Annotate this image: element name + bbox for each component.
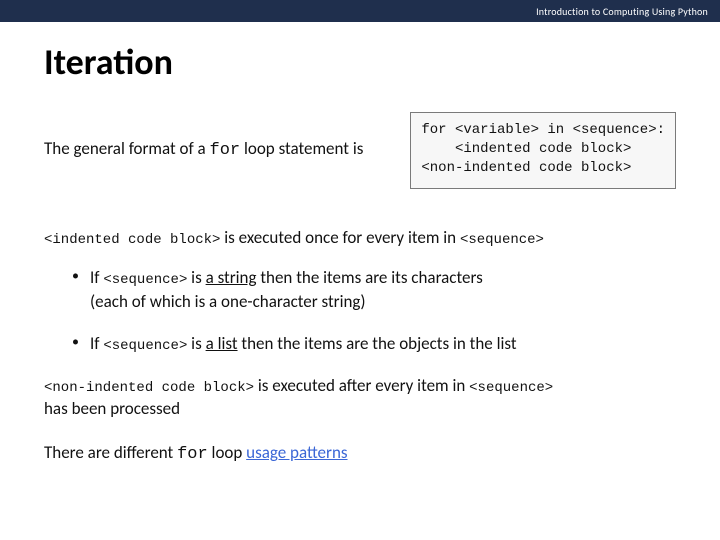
p3-keyword: for [177,445,208,464]
bullet-list: If <sequence> is a string then the items… [72,266,676,357]
para-patterns: There are different for loop usage patte… [44,442,676,467]
p2-tail: <sequence> [469,380,553,396]
slide-body: The general format of a for loop stateme… [0,112,720,467]
p2-code: <non-indented code block> [44,380,254,396]
usage-patterns-link[interactable]: usage patterns [246,442,347,463]
intro-suffix: loop statement is [240,138,363,159]
syntax-box: for <variable> in <sequence>: <indented … [410,112,676,189]
b2-mid: is [187,333,205,354]
list-item: If <sequence> is a list then the items a… [72,332,676,357]
p3-prefix: There are different [44,442,177,463]
list-item: If <sequence> is a string then the items… [72,266,676,314]
p1-mid: is executed once for every item in [220,227,460,248]
b1-lead: If [90,267,103,288]
b2-kind: a list [206,333,238,354]
intro-prefix: The general format of a [44,138,210,159]
intro-keyword: for [210,141,241,160]
para-nonindented-exec: <non-indented code block> is executed af… [44,375,676,421]
intro-text: The general format of a for loop stateme… [44,138,392,162]
b2-rest: then the items are the objects in the li… [238,333,517,354]
course-label: Introduction to Computing Using Python [536,5,708,18]
b1-rest2: (each of which is a one-character string… [90,291,366,312]
b2-lead: If [90,333,103,354]
p2-mid: is executed after every item in [254,375,469,396]
header-bar: Introduction to Computing Using Python [0,0,720,22]
p3-mid: loop [208,442,246,463]
b1-seq: <sequence> [103,272,187,288]
p2-line2: has been processed [44,398,180,419]
p1-code: <indented code block> [44,232,220,248]
b2-seq: <sequence> [103,338,187,354]
para-indented-exec: <indented code block> is executed once f… [44,227,676,250]
b1-kind: a string [206,267,257,288]
syntax-line-3: <non-indented code block> [421,160,631,176]
page-title: Iteration [44,40,720,84]
syntax-line-2: <indented code block> [421,141,631,157]
b1-mid: is [187,267,205,288]
p1-tail: <sequence> [460,232,544,248]
syntax-line-1: for <variable> in <sequence>: [421,122,665,138]
intro-row: The general format of a for loop stateme… [44,112,676,189]
b1-rest1: then the items are its characters [257,267,483,288]
